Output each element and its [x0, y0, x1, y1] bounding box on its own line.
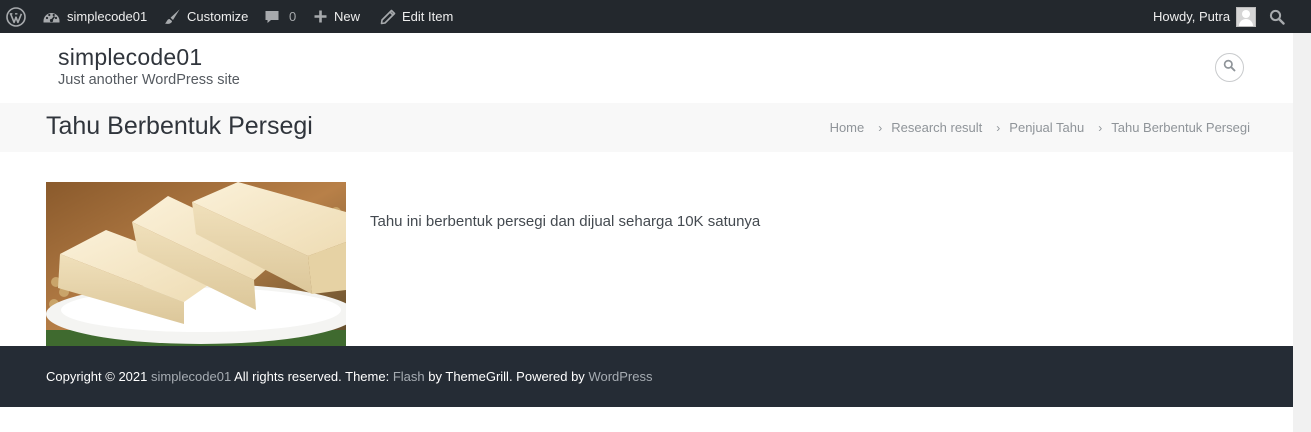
search-icon: [1269, 9, 1285, 25]
chevron-right-icon: ›: [996, 120, 1001, 135]
site-tagline: Just another WordPress site: [58, 72, 240, 88]
by-text: by ThemeGrill. Powered by: [428, 369, 585, 384]
chevron-right-icon: ›: [1098, 120, 1103, 135]
pencil-icon: [380, 9, 396, 25]
edit-item-button[interactable]: Edit Item: [380, 0, 453, 33]
rights-theme-text: All rights reserved. Theme:: [234, 369, 390, 384]
search-icon: [1223, 59, 1236, 77]
my-account-menu[interactable]: Howdy, Putra: [1153, 0, 1257, 33]
plus-icon: [313, 9, 328, 24]
breadcrumb-penjual-tahu[interactable]: Penjual Tahu: [1009, 120, 1084, 135]
avatar: [1236, 6, 1257, 27]
new-label: New: [334, 9, 361, 24]
greeting-label: Howdy, Putra: [1153, 9, 1231, 24]
comments-button[interactable]: 0: [264, 0, 296, 33]
footer-theme-link[interactable]: Flash: [393, 369, 425, 384]
customize-label: Customize: [187, 9, 249, 24]
breadcrumb-current: Tahu Berbentuk Persegi: [1111, 120, 1250, 135]
tofu-image: [46, 182, 346, 346]
comments-count: 0: [289, 9, 297, 24]
admin-bar: simplecode01 Customize 0 New Edit Item H…: [0, 0, 1311, 33]
site-title[interactable]: simplecode01: [58, 44, 202, 71]
wordpress-logo-icon: [6, 6, 26, 27]
edit-item-label: Edit Item: [402, 9, 454, 24]
copyright-prefix: Copyright © 2021: [46, 369, 148, 384]
footer-wordpress-link[interactable]: WordPress: [588, 369, 652, 384]
footer-copyright: Copyright © 2021 simplecode01 All rights…: [46, 369, 653, 384]
site-name-menu[interactable]: simplecode01: [42, 0, 147, 33]
wordpress-logo-button[interactable]: [6, 0, 26, 33]
chevron-right-icon: ›: [878, 120, 883, 135]
paintbrush-icon: [163, 8, 181, 26]
site-name-label: simplecode01: [67, 9, 148, 24]
comment-bubble-icon: [264, 9, 280, 25]
breadcrumb-home[interactable]: Home: [830, 120, 865, 135]
breadcrumb-research-result[interactable]: Research result: [891, 120, 982, 135]
scrollbar-track[interactable]: [1293, 33, 1311, 432]
dashboard-icon: [42, 8, 61, 25]
breadcrumb: Home › Research result › Penjual Tahu › …: [830, 120, 1250, 135]
post-description: Tahu ini berbentuk persegi dan dijual se…: [370, 213, 761, 230]
footer-site-link[interactable]: simplecode01: [151, 369, 231, 384]
customize-button[interactable]: Customize: [163, 0, 248, 33]
new-content-button[interactable]: New: [313, 0, 360, 33]
page-title: Tahu Berbentuk Persegi: [46, 112, 313, 140]
header-search-button[interactable]: [1215, 53, 1244, 82]
adminbar-search-button[interactable]: [1269, 0, 1285, 33]
